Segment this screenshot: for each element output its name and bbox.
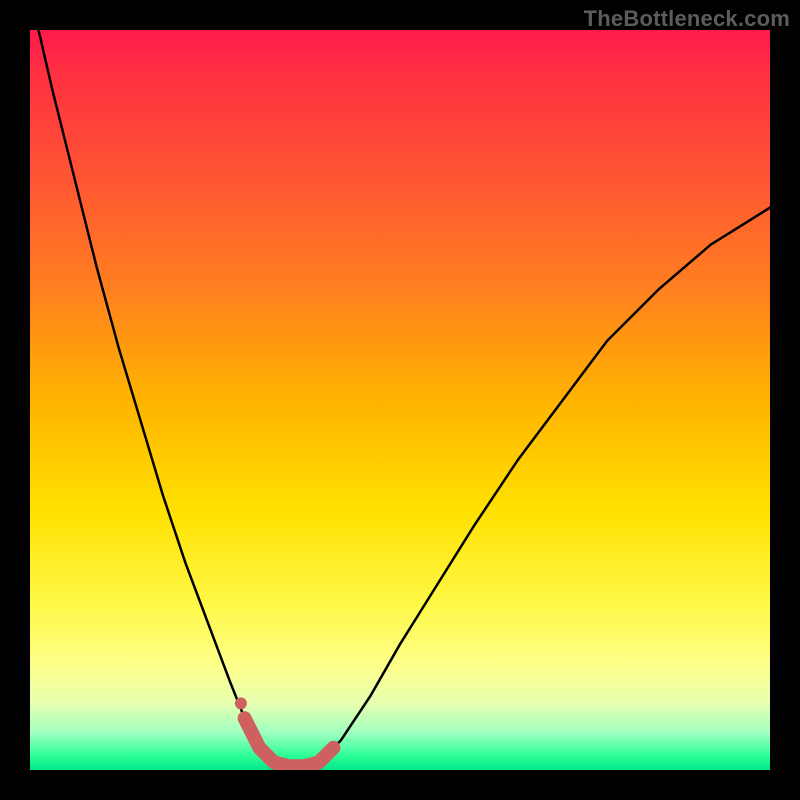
highlighted-range-dot xyxy=(235,697,247,709)
curve-layer xyxy=(30,30,770,770)
highlighted-range-stroke xyxy=(245,718,334,766)
highlighted-range-markers xyxy=(235,697,334,766)
bottleneck-curve-path xyxy=(30,30,770,766)
watermark-text: TheBottleneck.com xyxy=(584,6,790,32)
bottleneck-curve xyxy=(30,30,770,766)
plot-area xyxy=(30,30,770,770)
chart-frame: TheBottleneck.com xyxy=(0,0,800,800)
